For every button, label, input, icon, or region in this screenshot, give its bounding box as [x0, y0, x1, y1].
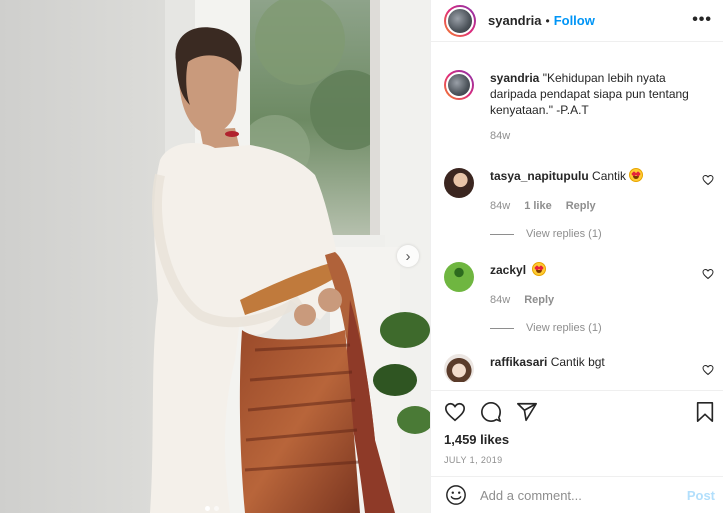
avatar[interactable] [444, 262, 474, 292]
action-icons [444, 401, 538, 423]
comment-likes-link[interactable]: 1 like [524, 198, 552, 214]
carousel-indicator [205, 506, 219, 511]
smiley-icon[interactable] [445, 484, 467, 506]
add-comment-bar: Post [431, 476, 723, 513]
comment-meta: 84w Reply [490, 292, 695, 308]
heart-icon[interactable] [702, 174, 714, 186]
caption-body: syandria "Kehidupan lebih nyata daripada… [490, 70, 695, 144]
heart-icon[interactable] [702, 364, 714, 376]
reply-button[interactable]: Reply [524, 292, 554, 308]
comment-username[interactable]: raffikasari [490, 355, 547, 369]
follow-button[interactable]: Follow [554, 13, 595, 28]
comment-username[interactable]: tasya_napitupulu [490, 169, 589, 183]
view-replies-button[interactable]: View replies (1) [490, 322, 602, 334]
next-photo-button[interactable]: › [397, 245, 419, 267]
heart-icon[interactable] [444, 401, 466, 423]
paper-plane-icon[interactable] [516, 401, 538, 423]
comment-body: zackyl 84w Reply [490, 262, 695, 308]
view-replies-label: View replies (1) [526, 228, 602, 240]
view-replies-button[interactable]: View replies (1) [490, 228, 602, 240]
comment-body: raffikasari Cantik bgt [490, 354, 695, 370]
reply-button[interactable]: Reply [566, 198, 596, 214]
comment-body: tasya_napitupulu Cantik 84w 1 like Reply [490, 168, 695, 214]
caption-age: 84w [490, 130, 511, 142]
post-button[interactable]: Post [687, 488, 715, 503]
separator-dot: • [545, 13, 550, 28]
carousel-dot-active [205, 506, 210, 511]
avatar[interactable] [444, 354, 474, 382]
post-photo[interactable]: › [0, 0, 430, 513]
avatar[interactable] [444, 168, 474, 198]
photo-illustration [0, 0, 430, 513]
comment-age: 84w [490, 294, 511, 306]
post-side-panel: syandria • Follow ••• syandria "Kehidupa… [430, 0, 723, 513]
more-icon[interactable]: ••• [692, 11, 712, 29]
comment-text: Cantik bgt [550, 355, 605, 369]
caption-username[interactable]: syandria [490, 71, 539, 85]
heart-eyes-emoji [532, 262, 547, 276]
caption-meta: 84w [490, 128, 695, 144]
comment-text: Cantik [592, 169, 627, 183]
post-header: syandria • Follow ••• [431, 0, 723, 42]
avatar[interactable] [444, 70, 474, 100]
carousel-dot [214, 506, 219, 511]
save-button[interactable] [694, 401, 716, 426]
comment-username[interactable]: zackyl [490, 263, 526, 277]
view-replies-label: View replies (1) [526, 322, 602, 334]
chevron-right-icon: › [405, 247, 411, 265]
post-date[interactable]: JULY 1, 2019 [444, 455, 503, 465]
bookmark-icon[interactable] [694, 401, 716, 423]
heart-icon[interactable] [702, 268, 714, 280]
post-actions: 1,459 likes JULY 1, 2019 [431, 390, 723, 475]
divider [490, 327, 514, 329]
comments-list[interactable]: syandria "Kehidupan lebih nyata daripada… [431, 56, 723, 382]
comment-age: 84w [490, 200, 511, 212]
comment-icon[interactable] [480, 401, 502, 423]
username-link[interactable]: syandria [488, 13, 541, 28]
comment-meta: 84w 1 like Reply [490, 198, 695, 214]
likes-count[interactable]: 1,459 likes [444, 432, 509, 447]
divider [490, 233, 514, 235]
avatar[interactable] [444, 4, 476, 37]
heart-eyes-emoji [629, 168, 644, 182]
comment-input[interactable] [480, 487, 670, 503]
